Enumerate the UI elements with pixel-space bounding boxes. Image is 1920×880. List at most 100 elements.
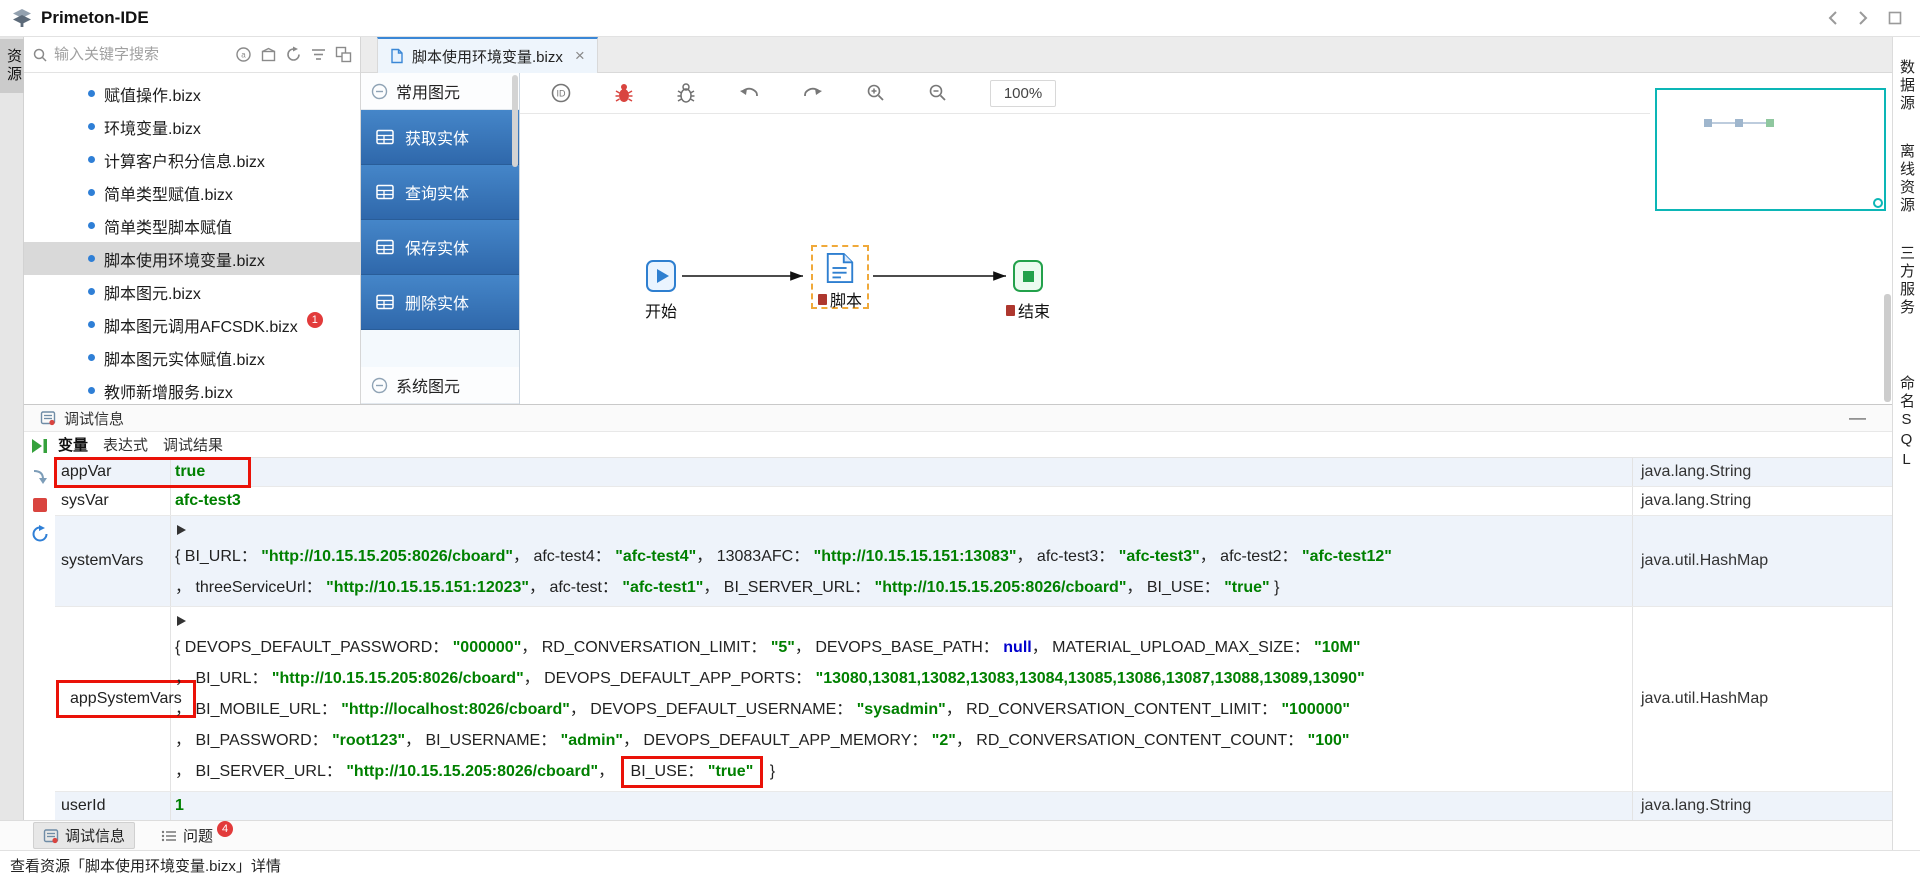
- variable-value: afc-test3: [171, 487, 1632, 515]
- redo-icon[interactable]: [802, 84, 824, 102]
- zoom-level[interactable]: 100%: [990, 80, 1056, 107]
- debug-tab-0[interactable]: 变量: [58, 434, 88, 455]
- debug-info-icon: [40, 410, 56, 426]
- tree-item-label: 赋值操作.bizx: [104, 82, 201, 106]
- editor-tabbar: 脚本使用环境变量.bizx ×: [361, 37, 1892, 73]
- search-icon: [32, 47, 48, 63]
- dock-tab-resources[interactable]: 资源: [0, 39, 24, 93]
- collapse-panel-icon[interactable]: —: [1849, 408, 1866, 428]
- nav-forward-icon[interactable]: [1858, 10, 1868, 26]
- expand-icon[interactable]: [177, 525, 186, 535]
- variable-value: { BI_URL： "http://10.15.15.205:8026/cboa…: [171, 516, 1632, 606]
- variable-name: appSystemVars: [55, 607, 171, 791]
- variable-name: sysVar: [55, 487, 171, 515]
- tree-item-label: 计算客户积分信息.bizx: [104, 148, 265, 172]
- palette-scrollbar[interactable]: [512, 75, 518, 167]
- tree-item[interactable]: 简单类型脚本赋值: [24, 209, 360, 242]
- palette-group-system[interactable]: 系统图元: [361, 367, 519, 404]
- expand-icon[interactable]: [177, 616, 186, 626]
- tab-close-icon[interactable]: ×: [575, 46, 585, 66]
- zoom-in-icon[interactable]: [866, 83, 886, 103]
- svg-text:a: a: [241, 51, 246, 60]
- tree-item[interactable]: 脚本使用环境变量.bizx: [24, 242, 360, 275]
- app-logo-icon: [12, 8, 32, 28]
- undo-icon[interactable]: [738, 84, 760, 102]
- show-id-icon[interactable]: ID: [550, 82, 572, 104]
- variable-name: systemVars: [55, 516, 171, 606]
- palette-item-label: 删除实体: [405, 290, 469, 314]
- debug-config-icon[interactable]: [676, 82, 696, 104]
- debug-tab-1[interactable]: 表达式: [103, 434, 148, 455]
- debug-panel-title: 调试信息: [64, 408, 124, 429]
- canvas-scrollbar[interactable]: [1884, 294, 1891, 402]
- resume-icon[interactable]: [30, 437, 49, 455]
- problems-list-icon: [161, 829, 177, 843]
- collapse-group-icon: [371, 83, 388, 100]
- match-icon[interactable]: a: [235, 46, 252, 63]
- tree-item[interactable]: 脚本图元.bizx: [24, 275, 360, 308]
- debug-run-icon[interactable]: [614, 82, 634, 104]
- palette-item-3[interactable]: 删除实体: [361, 275, 519, 330]
- dock-tab-named-sql[interactable]: 命名SQL: [1896, 367, 1917, 479]
- step-icon[interactable]: [31, 468, 49, 485]
- palette-item-label: 获取实体: [405, 125, 469, 149]
- bottom-tab-debug-info[interactable]: 调试信息: [33, 822, 135, 849]
- dock-tab-third-party[interactable]: 三方服务: [1896, 237, 1917, 325]
- entity-icon: [375, 182, 395, 202]
- package-icon[interactable]: [260, 46, 277, 63]
- dock-tab-offline-resources[interactable]: 离线资源: [1896, 135, 1917, 223]
- variable-row-appVar: appVartruejava.lang.String: [55, 458, 1892, 487]
- canvas-area[interactable]: ID 100% 开始 脚本 结束: [520, 73, 1892, 404]
- refresh-icon[interactable]: [285, 46, 302, 63]
- bullet-icon: [88, 90, 95, 97]
- palette-group-common[interactable]: 常用图元: [361, 73, 519, 110]
- palette-item-2[interactable]: 保存实体: [361, 220, 519, 275]
- resource-panel: a 赋值操作.bizx 环境变量.bizx 计算客户积分信息.bizx 简单类型赋值.…: [24, 37, 361, 404]
- minimap-resize-handle[interactable]: [1873, 198, 1883, 208]
- left-dock: 资源: [0, 37, 24, 820]
- terminate-icon[interactable]: [33, 498, 47, 512]
- variable-type: java.lang.String: [1632, 458, 1892, 486]
- tree-item[interactable]: 环境变量.bizx: [24, 110, 360, 143]
- bottom-tab-problems[interactable]: 问题4: [161, 825, 233, 846]
- tree-item[interactable]: 教师新增服务.bizx: [24, 374, 360, 404]
- bottom-tabbar: 调试信息 问题4: [0, 820, 1892, 850]
- zoom-out-icon[interactable]: [928, 83, 948, 103]
- tree-item-label: 脚本图元.bizx: [104, 280, 201, 304]
- tree-item[interactable]: 脚本图元调用AFCSDK.bizx1: [24, 308, 360, 341]
- start-node-icon: [646, 260, 676, 292]
- minimap[interactable]: [1655, 88, 1886, 211]
- tree-item[interactable]: 简单类型赋值.bizx: [24, 176, 360, 209]
- variable-type: java.lang.String: [1632, 792, 1892, 820]
- tree-item-label: 教师新增服务.bizx: [104, 379, 233, 403]
- tree-item[interactable]: 计算客户积分信息.bizx: [24, 143, 360, 176]
- bullet-icon: [88, 222, 95, 229]
- debug-tabs: 变量表达式调试结果: [55, 432, 1892, 458]
- tree-item-label: 简单类型赋值.bizx: [104, 181, 233, 205]
- palette-item-0[interactable]: 获取实体: [361, 110, 519, 165]
- variable-type: java.util.HashMap: [1632, 516, 1892, 606]
- titlebar: Primeton-IDE: [0, 0, 1920, 37]
- nav-back-icon[interactable]: [1828, 10, 1838, 26]
- tree-item-label: 简单类型脚本赋值: [104, 214, 232, 238]
- search-input[interactable]: [54, 46, 184, 63]
- node-script[interactable]: 脚本: [811, 245, 869, 309]
- debug-tab-2[interactable]: 调试结果: [163, 434, 223, 455]
- rerun-icon[interactable]: [31, 525, 49, 543]
- dock-tab-datasource[interactable]: 数据源: [1896, 51, 1917, 121]
- filter-icon[interactable]: [310, 47, 327, 62]
- tree-item[interactable]: 赋值操作.bizx: [24, 77, 360, 110]
- node-start[interactable]: 开始: [626, 260, 696, 322]
- node-end[interactable]: 结束: [993, 260, 1063, 322]
- palette-item-1[interactable]: 查询实体: [361, 165, 519, 220]
- editor-tab[interactable]: 脚本使用环境变量.bizx ×: [377, 37, 598, 73]
- debug-toolbar: [24, 432, 55, 820]
- variable-type: java.util.HashMap: [1632, 607, 1892, 791]
- debug-panel-header: 调试信息 —: [24, 405, 1892, 432]
- canvas-toolbar: ID 100%: [520, 73, 1650, 114]
- tree-item[interactable]: 脚本图元实体赋值.bizx: [24, 341, 360, 374]
- diagram-icon[interactable]: [335, 46, 352, 63]
- resource-tree: 赋值操作.bizx 环境变量.bizx 计算客户积分信息.bizx 简单类型赋值.bi…: [24, 73, 360, 404]
- variable-type: java.lang.String: [1632, 487, 1892, 515]
- window-icon[interactable]: [1888, 11, 1902, 25]
